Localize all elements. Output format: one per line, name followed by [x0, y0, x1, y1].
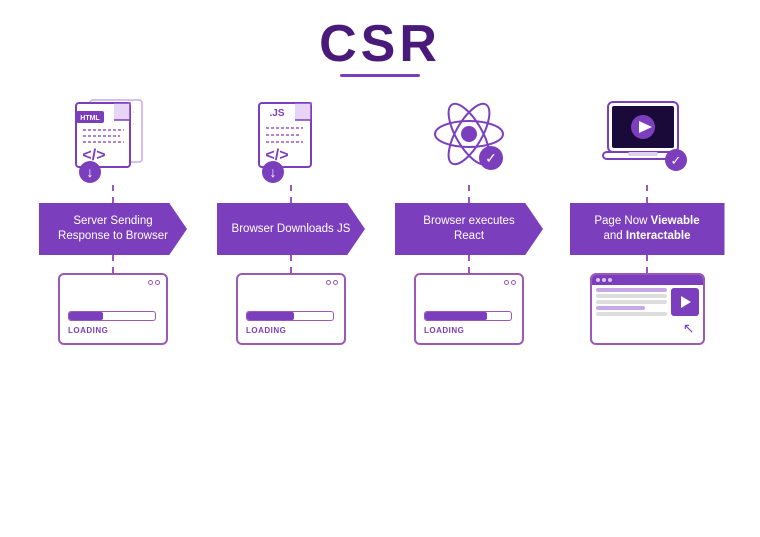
box-dots-3 [504, 280, 516, 285]
step-label-1: Server Sending Response to Browser [53, 214, 173, 244]
icon-html-doc: HTML </> ↓ [58, 95, 168, 185]
box-dot [148, 280, 153, 285]
loading-track-2 [246, 311, 334, 321]
icon-js-doc: .JS </> ↓ [236, 95, 346, 185]
loading-fill-1 [69, 312, 103, 320]
connector-bottom-2 [290, 255, 292, 273]
svg-text:↓: ↓ [270, 164, 277, 180]
loading-track-3 [424, 311, 512, 321]
loading-label-1: LOADING [68, 326, 158, 335]
connector-2 [290, 185, 292, 203]
box-dot [155, 280, 160, 285]
connector-bottom-1 [112, 255, 114, 273]
page-title: CSR [319, 18, 441, 70]
bottom-box-1: LOADING [58, 273, 168, 345]
step-col-4: ✓ Page Now Viewable and Interactable [558, 95, 736, 345]
step-badge-1: Server Sending Response to Browser [39, 203, 187, 255]
video-thumbnail [671, 288, 699, 316]
step-label-2: Browser Downloads JS [232, 222, 351, 237]
icon-react: ✓ [414, 95, 524, 185]
connector-4 [646, 185, 648, 203]
title-section: CSR [319, 18, 441, 77]
step-label-4: Page Now Viewable and Interactable [584, 214, 711, 244]
connector-bottom-3 [468, 255, 470, 273]
svg-text:✓: ✓ [485, 150, 497, 166]
step-badge-2: Browser Downloads JS [217, 203, 365, 255]
svg-text:HTML: HTML [80, 115, 100, 122]
step-col-2: .JS </> ↓ Browser Downloads JS [202, 95, 380, 345]
final-dot [608, 278, 612, 282]
svg-text:.JS: .JS [269, 108, 284, 119]
icon-laptop: ✓ [592, 95, 702, 185]
step-badge-4: Page Now Viewable and Interactable [570, 203, 725, 255]
box-dot [326, 280, 331, 285]
title-underline [340, 74, 420, 77]
step-col-1: HTML </> ↓ Server Sending Response to Br… [24, 95, 202, 345]
content-line [596, 300, 667, 304]
play-icon [681, 296, 691, 308]
bottom-box-2: LOADING [236, 273, 346, 345]
box-dot [504, 280, 509, 285]
connector-3 [468, 185, 470, 203]
svg-text:</>: </> [82, 147, 105, 164]
step-badge-3: Browser executes React [395, 203, 543, 255]
svg-text:↓: ↓ [87, 164, 94, 180]
cursor-icon: ↖ [683, 320, 695, 337]
diagram: HTML </> ↓ Server Sending Response to Br… [20, 95, 740, 345]
svg-text:✓: ✓ [670, 153, 681, 168]
box-dot [333, 280, 338, 285]
loading-track-1 [68, 311, 156, 321]
content-line [596, 312, 667, 316]
loading-container-3: LOADING [424, 311, 514, 335]
content-line [596, 306, 646, 310]
box-dot [511, 280, 516, 285]
loading-label-3: LOADING [424, 326, 514, 335]
step-label-3: Browser executes React [409, 214, 529, 244]
connector-1 [112, 185, 114, 203]
bottom-box-3: LOADING [414, 273, 524, 345]
loading-container-1: LOADING [68, 311, 158, 335]
bottom-box-4: ↖ [590, 273, 705, 345]
box-dots-2 [326, 280, 338, 285]
box-dots-1 [148, 280, 160, 285]
loading-fill-3 [425, 312, 487, 320]
final-dot [602, 278, 606, 282]
content-line [596, 294, 667, 298]
svg-text:</>: </> [265, 147, 288, 164]
step-col-3: ✓ Browser executes React LOADING [380, 95, 558, 345]
loading-fill-2 [247, 312, 294, 320]
final-box-left [596, 288, 667, 340]
loading-container-2: LOADING [246, 311, 336, 335]
loading-label-2: LOADING [246, 326, 336, 335]
final-box-header [592, 275, 703, 285]
connector-bottom-4 [646, 255, 648, 273]
content-line [596, 288, 667, 292]
final-dot [596, 278, 600, 282]
